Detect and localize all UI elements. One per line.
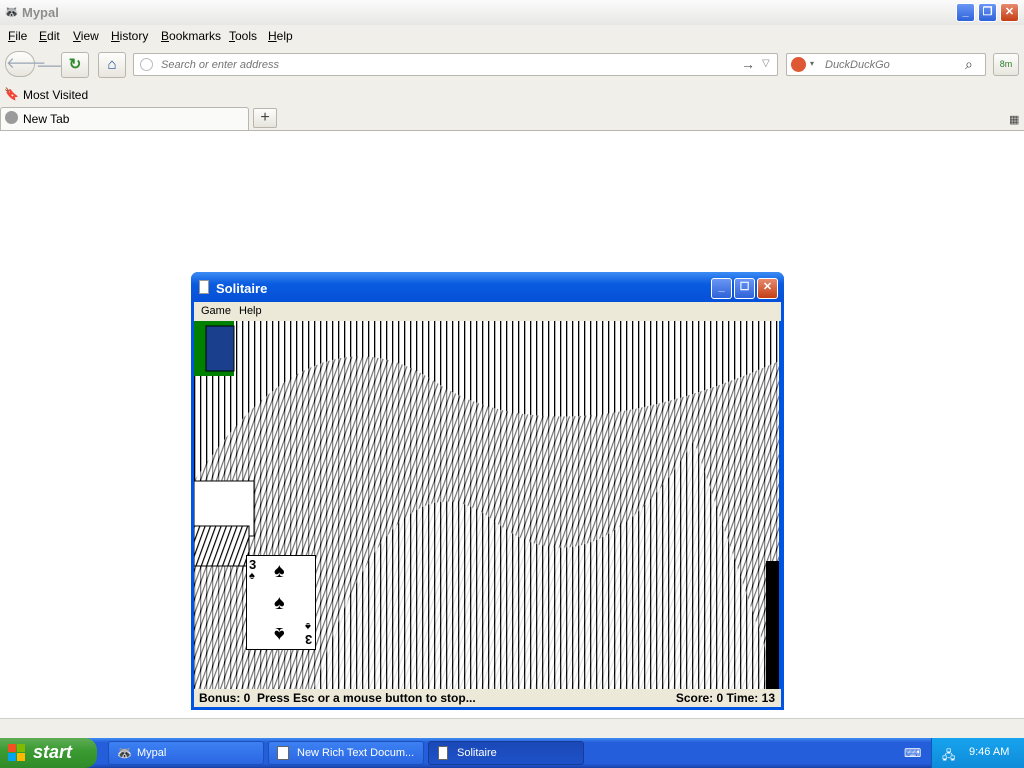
windows-logo-icon xyxy=(8,744,26,762)
solitaire-status-bar: Bonus: 0 Press Esc or a mouse button to … xyxy=(194,689,781,707)
tab-grid-icon[interactable]: ▦ xyxy=(1009,113,1019,126)
reload-icon[interactable]: ↻ xyxy=(61,52,89,78)
solitaire-window: Solitaire _ ☐ ✕ Game Help 3 ♠ ♠ ♠ ♠ ♠ 3 … xyxy=(191,272,784,710)
taskbar-item-label: Mypal xyxy=(137,747,167,759)
spade-pip-icon: ♠ xyxy=(274,592,285,614)
tab-new-tab[interactable]: New Tab xyxy=(0,107,249,130)
solitaire-minimize-button[interactable]: _ xyxy=(711,278,732,299)
solitaire-app-icon xyxy=(199,280,209,294)
card-three-of-spades[interactable]: 3 ♠ ♠ ♠ ♠ ♠ 3 xyxy=(246,555,316,650)
taskbar-item-mypal[interactable]: 🦝 Mypal xyxy=(108,741,264,765)
menu-history[interactable]: History xyxy=(111,29,148,43)
dropdown-arrow-icon[interactable]: ▽ xyxy=(762,58,770,69)
taskbar-item-label: Solitaire xyxy=(457,747,497,759)
globe-icon xyxy=(140,58,153,71)
taskbar-item-label: New Rich Text Docum... xyxy=(297,747,415,759)
new-tab-button[interactable]: + xyxy=(253,108,277,128)
forward-arrow-icon[interactable]: 🡒 xyxy=(36,56,76,75)
start-button[interactable]: start xyxy=(0,738,97,768)
solitaire-title-bar[interactable]: Solitaire _ ☐ ✕ xyxy=(191,272,784,302)
bonus-status: Bonus: 0 Press Esc or a mouse button to … xyxy=(199,691,476,705)
solitaire-taskbar-icon xyxy=(438,746,448,760)
search-engine-dropdown-icon[interactable]: ▾ xyxy=(810,59,814,68)
right-edge-stack xyxy=(766,561,779,689)
search-input[interactable] xyxy=(823,58,962,72)
menu-view[interactable]: View xyxy=(73,29,99,43)
browser-status-bar xyxy=(0,718,1024,739)
taskbar-item-rich-text-document[interactable]: New Rich Text Docum... xyxy=(268,741,424,765)
go-arrow-icon[interactable]: → xyxy=(741,56,755,72)
spade-pip-icon: ♠ xyxy=(274,623,285,645)
menu-tools[interactable]: Tools xyxy=(229,29,257,43)
back-arrow-icon[interactable]: 🡐 xyxy=(5,51,46,77)
tab-label: New Tab xyxy=(23,112,70,126)
browser-title-bar[interactable]: 🦝 Mypal _ ❐ ✕ xyxy=(0,0,1024,26)
taskbar-item-solitaire[interactable]: Solitaire xyxy=(428,741,584,765)
mypal-taskbar-icon: 🦝 xyxy=(117,746,132,760)
solitaire-close-button[interactable]: ✕ xyxy=(757,278,778,299)
menu-help[interactable]: Help xyxy=(268,29,293,43)
mypal-app-icon: 🦝 xyxy=(4,5,19,19)
card-suit-small-inverted: ♠ xyxy=(305,620,311,632)
deck-back xyxy=(205,325,235,372)
spade-pip-icon: ♠ xyxy=(274,560,285,582)
menu-file[interactable]: File xyxy=(8,29,27,43)
solitaire-menu-game[interactable]: Game xyxy=(201,305,231,317)
address-bar[interactable]: → ▽ xyxy=(133,53,778,76)
restore-button[interactable]: ❐ xyxy=(978,3,997,22)
menu-bookmarks[interactable]: Bookmarks xyxy=(161,29,221,43)
magnifier-icon[interactable]: ⌕ xyxy=(965,56,973,73)
close-button[interactable]: ✕ xyxy=(1000,3,1019,22)
solitaire-title: Solitaire xyxy=(216,281,268,296)
card-outline-2 xyxy=(194,525,250,567)
keyboard-icon[interactable]: ⌨ xyxy=(904,746,921,760)
network-icon[interactable]: 🖧 xyxy=(942,746,955,767)
solitaire-menu-bar: Game Help xyxy=(194,302,781,321)
card-rank-inverted: 3 xyxy=(305,632,313,647)
most-visited-bookmark[interactable]: Most Visited xyxy=(23,88,88,102)
system-tray: 🖧 9:46 AM xyxy=(931,738,1024,768)
score-time: Score: 0 Time: 13 xyxy=(675,691,775,705)
duckduckgo-logo-icon[interactable] xyxy=(791,57,806,72)
tab-favicon-icon xyxy=(5,111,18,124)
wordpad-icon xyxy=(277,746,289,760)
browser-window-title: Mypal xyxy=(22,5,59,20)
home-icon[interactable]: ⌂ xyxy=(98,52,126,78)
solitaire-play-area[interactable]: 3 ♠ ♠ ♠ ♠ ♠ 3 xyxy=(194,321,779,689)
browser-menu-bar: File Edit View History Bookmarks Tools H… xyxy=(0,25,1024,46)
card-suit-small: ♠ xyxy=(249,570,255,582)
address-input[interactable] xyxy=(159,58,723,72)
solitaire-maximize-button[interactable]: ☐ xyxy=(734,278,755,299)
clock[interactable]: 9:46 AM xyxy=(969,746,1009,758)
bookmarks-toolbar: 🔖 Most Visited xyxy=(0,84,1024,106)
minimize-button[interactable]: _ xyxy=(956,3,975,22)
solitaire-menu-help[interactable]: Help xyxy=(239,305,262,317)
menu-edit[interactable]: Edit xyxy=(39,29,60,43)
start-label: start xyxy=(33,742,73,762)
most-visited-icon: 🔖 xyxy=(4,87,19,101)
extension-button[interactable]: 8m xyxy=(993,53,1019,76)
search-bar[interactable]: ▾ ⌕ xyxy=(786,53,986,76)
